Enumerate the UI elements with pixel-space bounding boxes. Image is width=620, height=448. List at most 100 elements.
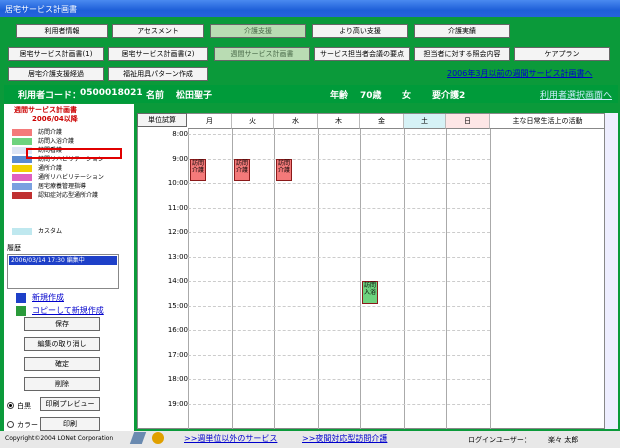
service-event[interactable]: 訪問介護	[234, 158, 250, 181]
grid-column-line	[274, 129, 275, 429]
history-label: 履歴	[7, 244, 21, 252]
legend-swatch	[12, 174, 32, 181]
hour-line	[188, 256, 490, 258]
user-select-link[interactable]: 利用者選択画面へ	[540, 88, 612, 101]
hour-label: 11:00	[167, 203, 188, 212]
history-list[interactable]: 2006/03/14 17:30 編集中	[7, 254, 119, 289]
custom-label: カスタム	[38, 228, 63, 235]
hour-label: 14:00	[167, 277, 188, 285]
hour-label: 15:00	[167, 301, 188, 310]
hour-label: 18:00	[167, 375, 188, 383]
nav-user-info[interactable]: 利用者情報	[16, 24, 108, 38]
user-name-label: 名前	[146, 91, 165, 101]
hour-line	[188, 207, 490, 209]
cancel-edit-button[interactable]: 編集の取り消し	[24, 337, 100, 351]
user-gender: 女	[402, 91, 412, 101]
legend-label: 通所介護	[38, 165, 63, 172]
activities-header: 主な日常生活上の活動	[490, 114, 605, 129]
hour-label: 10:00	[167, 179, 188, 187]
legend-label: 訪問介護	[38, 129, 63, 136]
color-radio[interactable]	[7, 421, 14, 428]
legend-label: 訪問入浴介護	[38, 138, 75, 145]
color-label: カラー	[17, 421, 38, 429]
new-create-link[interactable]: 新規作成	[32, 292, 64, 303]
pencil-icon[interactable]	[129, 432, 147, 444]
legend-label: 認知症対応型通所介護	[38, 192, 99, 199]
user-age: 70歳	[360, 91, 382, 101]
delete-button[interactable]: 削除	[24, 377, 100, 391]
service-event[interactable]: 訪問介護	[190, 158, 206, 181]
nav-care-support[interactable]: 介護支援	[210, 24, 306, 38]
legend-swatch	[12, 192, 32, 199]
hour-label: 19:00	[167, 399, 188, 408]
nav-plan-2[interactable]: 居宅サービス計画書(2)	[108, 47, 208, 61]
hour-label: 16:00	[167, 326, 188, 334]
hour-line	[188, 354, 490, 356]
nav-welfare-pattern[interactable]: 福祉用具パターン作成	[108, 67, 208, 81]
grid-column-line	[318, 129, 319, 429]
legend-swatch	[12, 138, 32, 145]
nav-assessment[interactable]: アセスメント	[112, 24, 204, 38]
grid-column-line	[360, 129, 361, 429]
day-header-fri: 金	[360, 114, 404, 129]
print-preview-button[interactable]: 印刷プレビュー	[40, 397, 100, 411]
grid-column-line	[404, 129, 405, 429]
unit-calc-button[interactable]: 単位試算	[137, 113, 187, 127]
save-button[interactable]: 保存	[24, 317, 100, 331]
legend-swatch	[12, 183, 32, 190]
confirm-button[interactable]: 確定	[24, 357, 100, 371]
hour-line	[188, 232, 490, 233]
history-item[interactable]: 2006/03/14 17:30 編集中	[9, 256, 117, 265]
day-header-mon: 月	[188, 114, 232, 129]
nav-care-plan[interactable]: ケアプラン	[514, 47, 610, 61]
sidebar-period: 2006/04以降	[32, 115, 78, 123]
prior-weekly-plan-link[interactable]: 2006年3月以前の週間サービス計画書へ	[447, 68, 592, 79]
nav-meeting-points[interactable]: サービス担当者会議の要点	[314, 47, 410, 61]
care-level: 要介護2	[432, 91, 466, 101]
nav-care-record[interactable]: 介護実績	[414, 24, 510, 38]
mono-radio[interactable]	[7, 402, 14, 409]
service-event[interactable]: 訪問入浴	[362, 281, 378, 304]
login-user: 楽々 太郎	[548, 436, 579, 444]
day-header-wed: 水	[274, 114, 318, 129]
custom-swatch	[12, 228, 32, 235]
hour-label: 12:00	[167, 228, 188, 236]
user-code-label: 利用者コード：	[18, 91, 82, 101]
day-header-sat: 土	[404, 114, 446, 129]
calendar-scrollbar[interactable]	[605, 113, 618, 429]
hour-label: 8:00	[172, 130, 188, 138]
copy-doc-icon	[16, 306, 26, 316]
nav-weekly-plan[interactable]: 週間サービス計画書	[214, 47, 310, 61]
mono-label: 白黒	[17, 402, 31, 410]
print-button[interactable]: 印刷	[40, 417, 100, 431]
day-header-sun: 日	[446, 114, 490, 129]
hour-line	[188, 305, 490, 307]
night-visit-care-link[interactable]: >>夜間対応型訪問介護	[302, 433, 387, 444]
nav-support-progress[interactable]: 居宅介護支援経過	[8, 67, 104, 81]
nav-plan-1[interactable]: 居宅サービス計画書(1)	[8, 47, 104, 61]
hour-line	[188, 403, 490, 405]
nav-higher-support[interactable]: より高い支援	[312, 24, 408, 38]
user-code: 0500018021	[80, 88, 143, 98]
status-bar: Copyright©2004 LONet Corporation >>週単位以外…	[0, 431, 620, 448]
hour-line	[188, 379, 490, 380]
copyright: Copyright©2004 LONet Corporation	[5, 435, 114, 442]
day-header-thu: 木	[318, 114, 360, 129]
grid-column-line	[188, 129, 189, 429]
service-event[interactable]: 訪問介護	[276, 158, 292, 181]
nav-inquiry[interactable]: 担当者に対する照会内容	[414, 47, 510, 61]
non-weekly-service-link[interactable]: >>週単位以外のサービス	[184, 433, 277, 444]
sidebar: 週間サービス計画書 2006/04以降 訪問介護 訪問入浴介護 訪問看護 訪問リハビリ…	[4, 104, 134, 431]
user-info-bar: 利用者コード： 0500018021 名前 松田聖子 年齢 70歳 女 要介護2…	[4, 85, 618, 103]
grid-column-line	[446, 129, 447, 429]
copy-create-link[interactable]: コピーして新規作成	[32, 305, 104, 316]
legend-swatch	[12, 165, 32, 172]
hour-line	[188, 183, 490, 184]
legend-highlight	[26, 148, 122, 159]
hour-line	[188, 281, 490, 282]
hour-label: 17:00	[167, 350, 188, 359]
palette-icon[interactable]	[152, 432, 164, 444]
day-header-tue: 火	[232, 114, 274, 129]
legend-swatch	[12, 129, 32, 136]
legend-label: 通所リハビリテーション	[38, 174, 104, 181]
